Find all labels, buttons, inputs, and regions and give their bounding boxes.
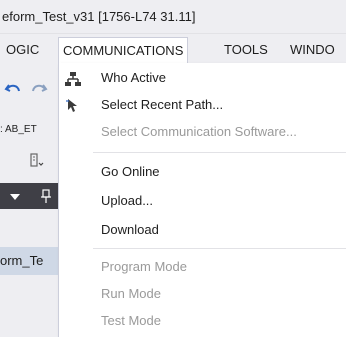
panel-header-bar	[0, 183, 58, 209]
menu-bar: OGIC COMMUNICATIONS TOOLS WINDO	[0, 34, 346, 64]
collapse-icon[interactable]	[8, 190, 22, 208]
pin-icon[interactable]	[40, 188, 52, 209]
menu-item-select-recent-path[interactable]: Select Recent Path...	[59, 92, 346, 118]
menu-separator	[93, 152, 346, 153]
menu-item-select-communication-software: Select Communication Software...	[101, 124, 297, 139]
menu-item-program-mode: Program Mode	[101, 259, 187, 274]
menu-item-go-online[interactable]: Go Online	[59, 159, 346, 185]
menu-communications[interactable]: COMMUNICATIONS	[58, 37, 189, 64]
menu-item-test-mode: Test Mode	[101, 313, 161, 328]
menu-item-run-mode: Run Mode	[101, 286, 161, 301]
menu-tools[interactable]: TOOLS	[220, 37, 272, 62]
menu-separator	[93, 248, 346, 249]
undo-icon[interactable]	[4, 80, 22, 98]
path-dropdown-icon[interactable]	[28, 152, 46, 170]
path-label: : AB_ET	[0, 124, 37, 135]
communications-menu: Who Active Select Recent Path... Select …	[58, 63, 346, 337]
controller-organizer-item[interactable]: orm_Te	[0, 247, 58, 275]
redo-icon[interactable]	[30, 80, 48, 98]
menu-item-who-active[interactable]: Who Active	[59, 65, 346, 91]
menu-logic[interactable]: OGIC	[2, 37, 43, 62]
network-icon	[65, 70, 81, 86]
menu-item-upload[interactable]: Upload...	[59, 188, 346, 214]
menu-window[interactable]: WINDO	[286, 37, 339, 62]
tab-strip	[0, 209, 58, 247]
menu-item-download[interactable]: Download	[59, 217, 346, 243]
path-icon	[65, 97, 81, 113]
window-title: eform_Test_v31 [1756-L74 31.11]	[0, 0, 346, 34]
